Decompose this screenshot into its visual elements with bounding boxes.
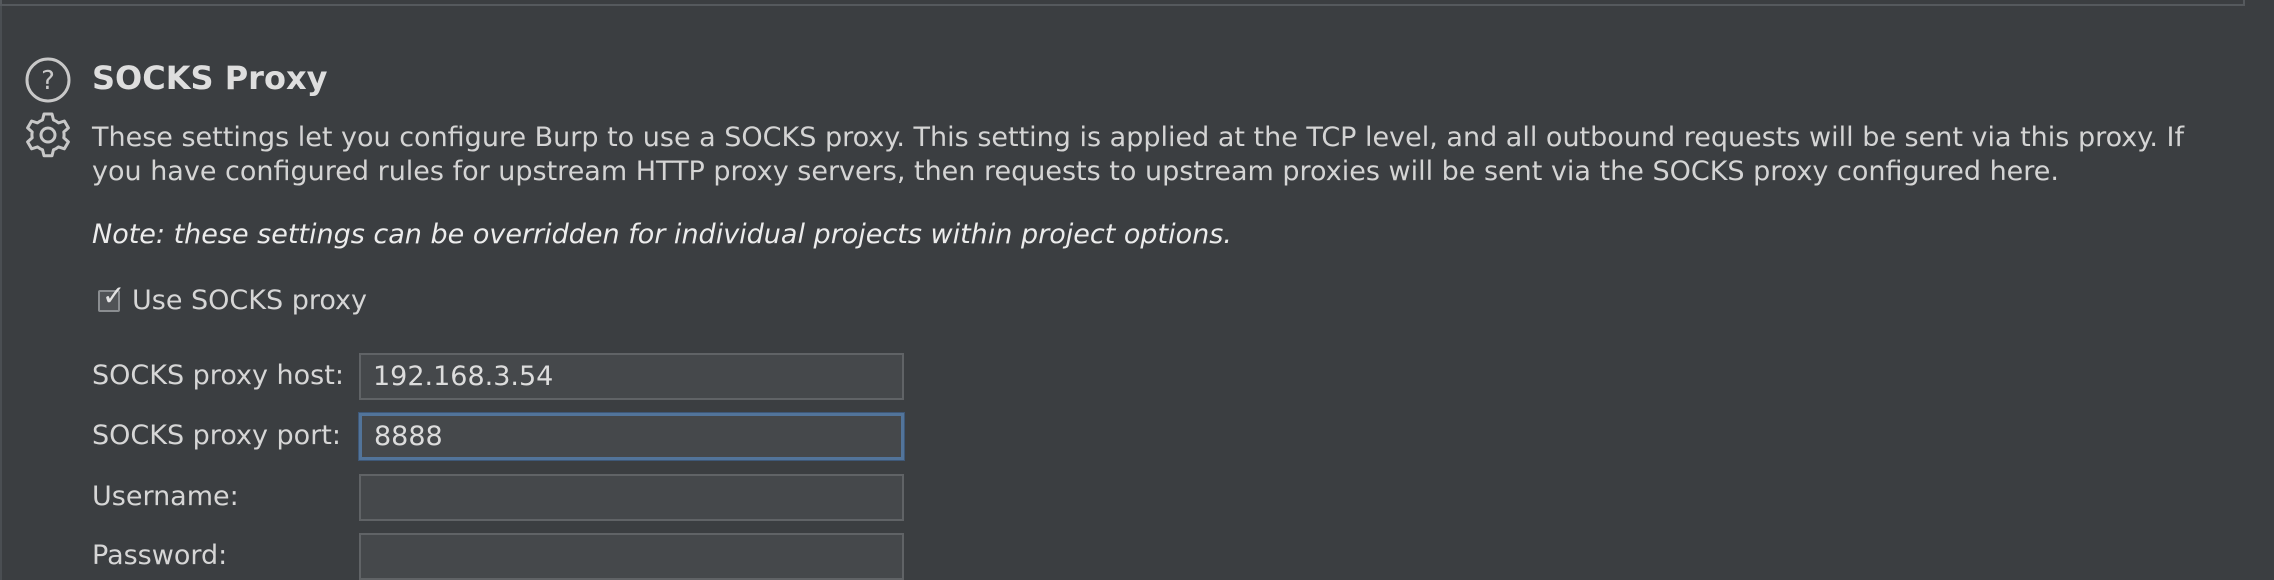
password-input[interactable] [359, 533, 904, 580]
socks-port-input[interactable] [359, 413, 904, 460]
socks-proxy-panel: ? SOCKS Proxy These settings let you con… [0, 0, 2274, 580]
section-description: These settings let you configure Burp to… [92, 121, 2242, 189]
description-line: These settings let you configure Burp to… [92, 122, 2185, 153]
help-circle-icon[interactable]: ? [24, 56, 72, 104]
section-divider [0, 0, 2245, 6]
section-title: SOCKS Proxy [92, 59, 328, 97]
gear-icon[interactable] [24, 111, 72, 159]
username-label: Username: [92, 481, 239, 512]
socks-host-label: SOCKS proxy host: [92, 360, 344, 391]
username-input[interactable] [359, 474, 904, 521]
svg-text:?: ? [41, 66, 55, 96]
checkmark-icon: ✓ [102, 278, 126, 312]
override-note: Note: these settings can be overridden f… [92, 219, 1232, 250]
use-socks-proxy-checkbox[interactable]: ✓ [98, 281, 125, 312]
description-line: you have configured rules for upstream H… [92, 156, 2059, 187]
use-socks-proxy-option[interactable]: ✓ Use SOCKS proxy [98, 281, 367, 316]
socks-port-label: SOCKS proxy port: [92, 420, 341, 451]
panel-left-edge [0, 0, 2, 580]
password-label: Password: [92, 540, 228, 571]
use-socks-proxy-label[interactable]: Use SOCKS proxy [132, 285, 367, 316]
socks-host-input[interactable] [359, 353, 904, 400]
